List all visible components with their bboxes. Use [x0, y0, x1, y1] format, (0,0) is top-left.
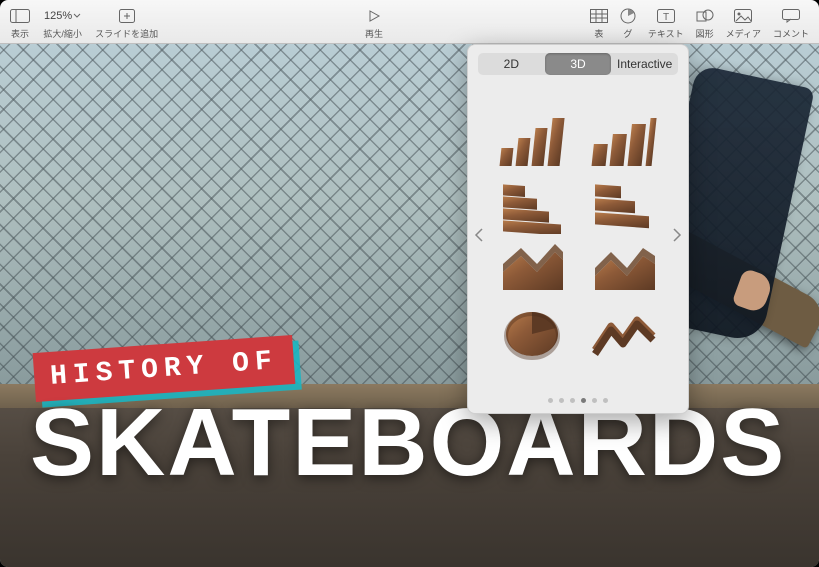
- table-button[interactable]: 表: [584, 0, 614, 43]
- toolbar-label: 表示: [11, 27, 29, 40]
- page-dot[interactable]: [559, 398, 564, 403]
- 3d-stacked-bar-chart-icon: [589, 178, 659, 234]
- 3d-stacked-column-chart[interactable]: [582, 114, 666, 170]
- 3d-bar-chart-icon: [497, 178, 567, 234]
- tab-2d[interactable]: 2D: [478, 53, 545, 75]
- zoom-value-icon: 125%: [42, 6, 83, 26]
- chart-type-segmented: 2D 3D Interactive: [478, 53, 678, 75]
- 3d-column-chart-icon: [497, 114, 567, 170]
- toolbar-label: メディア: [726, 27, 761, 40]
- shape-icon: [696, 6, 714, 26]
- comment-button[interactable]: コメント: [767, 0, 815, 43]
- chevron-right-icon: [672, 228, 682, 242]
- svg-text:T: T: [663, 12, 669, 23]
- sidebar-icon: [10, 6, 30, 26]
- table-icon: [590, 6, 608, 26]
- page-dot[interactable]: [603, 398, 608, 403]
- chart-option-grid: [490, 110, 666, 366]
- media-button[interactable]: メディア: [720, 0, 767, 43]
- page-dot[interactable]: [570, 398, 575, 403]
- toolbar-label: 表: [594, 27, 603, 40]
- tab-interactive[interactable]: Interactive: [611, 53, 678, 75]
- chart-page-dots: [468, 392, 688, 413]
- plus-icon: [117, 6, 137, 26]
- 3d-line-chart[interactable]: [582, 306, 666, 362]
- slide-canvas[interactable]: HISTORY OF SKATEBOARDS: [0, 44, 819, 567]
- 3d-stacked-column-chart-icon: [589, 114, 659, 170]
- toolbar-label: スライドを追加: [95, 27, 158, 40]
- page-dot[interactable]: [548, 398, 553, 403]
- chart-button[interactable]: グ: [614, 0, 642, 43]
- app-toolbar: 表示 125% 拡大/縮小 スライドを追加 再生 表 グ: [0, 0, 819, 44]
- 3d-stacked-area-chart-icon: [589, 242, 659, 298]
- toolbar-label: テキスト: [648, 27, 684, 40]
- toolbar-label: 図形: [696, 27, 714, 40]
- text-button[interactable]: T テキスト: [642, 0, 690, 43]
- toolbar-label: 再生: [365, 27, 383, 40]
- add-slide-button[interactable]: スライドを追加: [89, 0, 164, 43]
- play-button[interactable]: 再生: [359, 0, 389, 43]
- 3d-column-chart[interactable]: [490, 114, 574, 170]
- 3d-stacked-area-chart[interactable]: [582, 242, 666, 298]
- text-icon: T: [657, 6, 675, 26]
- view-button[interactable]: 表示: [4, 0, 36, 43]
- page-dot[interactable]: [581, 398, 586, 403]
- media-icon: [734, 6, 752, 26]
- zoom-button[interactable]: 125% 拡大/縮小: [36, 0, 89, 43]
- toolbar-label: コメント: [773, 27, 809, 40]
- toolbar-label: 拡大/縮小: [43, 27, 82, 40]
- 3d-stacked-bar-chart[interactable]: [582, 178, 666, 234]
- chart-popover: 2D 3D Interactive: [467, 44, 689, 414]
- 3d-pie-chart-icon: [497, 306, 567, 362]
- 3d-area-chart[interactable]: [490, 242, 574, 298]
- page-dot[interactable]: [592, 398, 597, 403]
- 3d-bar-chart[interactable]: [490, 178, 574, 234]
- 3d-pie-chart[interactable]: [490, 306, 574, 362]
- chevron-left-icon: [474, 228, 484, 242]
- tab-3d[interactable]: 3D: [545, 53, 612, 75]
- shape-button[interactable]: 図形: [690, 0, 720, 43]
- chart-page-next[interactable]: [666, 228, 688, 247]
- 3d-area-chart-icon: [497, 242, 567, 298]
- 3d-line-chart-icon: [589, 306, 659, 362]
- chart-icon: [620, 6, 636, 26]
- comment-icon: [782, 6, 800, 26]
- play-icon: [367, 6, 381, 26]
- toolbar-label: グ: [623, 27, 632, 40]
- chart-page-prev[interactable]: [468, 228, 490, 247]
